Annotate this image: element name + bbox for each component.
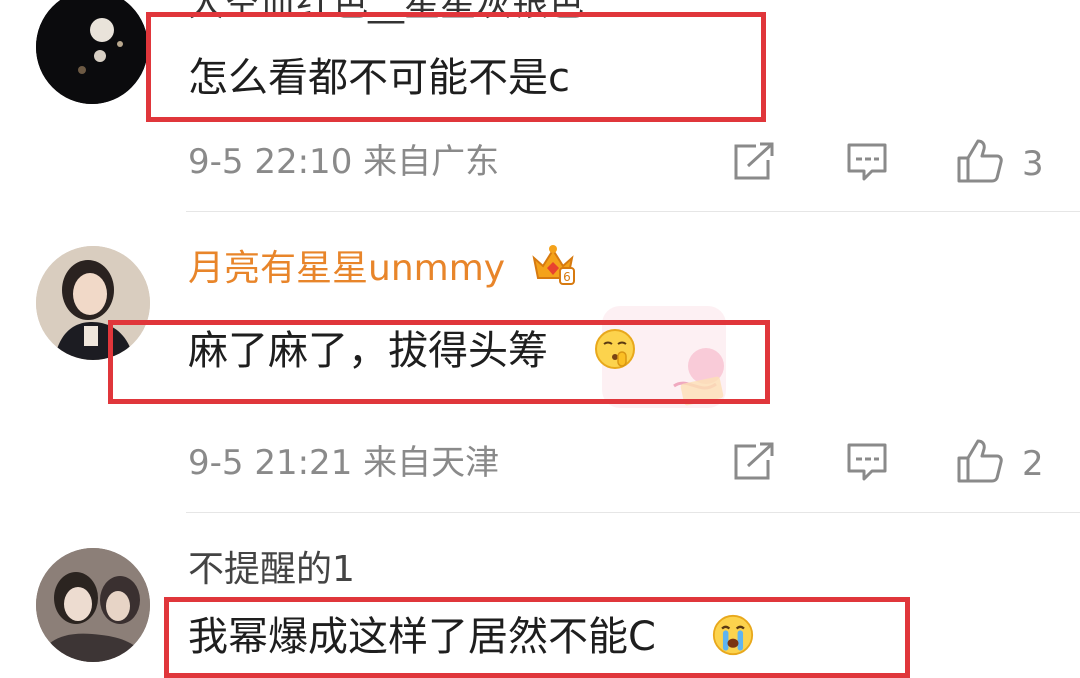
avatar[interactable]: [36, 548, 150, 662]
like-count: 3: [1022, 144, 1044, 184]
comment-meta: 9-5 22:10 来自广东: [188, 145, 499, 179]
comment-location: 来自广东: [363, 142, 500, 182]
highlight-box: [108, 320, 770, 404]
divider: [186, 211, 1080, 212]
avatar[interactable]: [36, 0, 148, 104]
crown-badge-icon: 6: [532, 245, 575, 285]
highlight-box: [164, 597, 910, 678]
divider: [186, 512, 1080, 513]
highlight-box: [146, 12, 766, 122]
repost-icon[interactable]: [732, 442, 776, 482]
comment-time: 9-5 21:21: [188, 443, 353, 483]
comment-username[interactable]: 月亮有星星unmmy: [188, 251, 505, 287]
svg-text:6: 6: [563, 270, 571, 284]
like-count: 2: [1022, 444, 1044, 484]
comment-icon[interactable]: [846, 142, 888, 182]
like-icon[interactable]: [956, 438, 1004, 484]
comment-location: 来自天津: [363, 443, 500, 483]
like-icon[interactable]: [956, 138, 1004, 184]
comment-icon[interactable]: [846, 442, 888, 482]
comment-time: 9-5 22:10: [188, 142, 353, 182]
comment-meta: 9-5 21:21 来自天津: [188, 446, 499, 480]
comment-username[interactable]: 不提醒的1: [188, 552, 355, 588]
repost-icon[interactable]: [732, 142, 776, 182]
